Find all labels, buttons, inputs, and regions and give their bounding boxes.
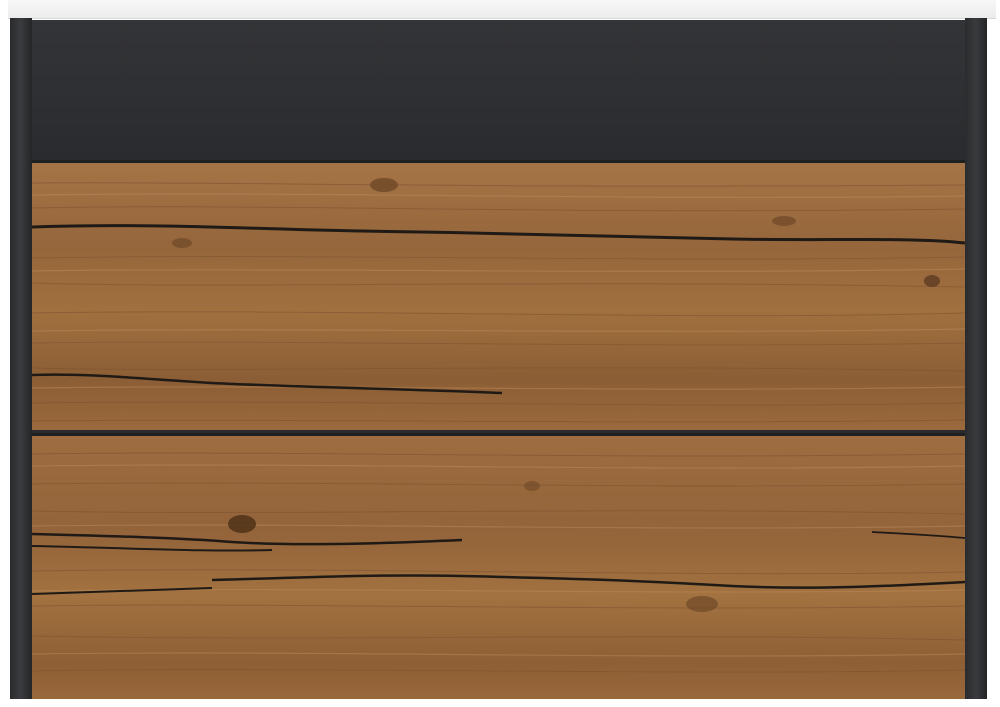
countertop-edge (8, 0, 996, 19)
right-frame-leg (965, 18, 987, 700)
upper-drawer-front[interactable] (32, 160, 965, 433)
top-black-panel (32, 20, 965, 161)
wood-grain-upper (32, 163, 965, 433)
lower-drawer-front[interactable] (32, 433, 965, 703)
left-frame-leg (10, 18, 32, 700)
wood-grain-lower (32, 436, 965, 703)
floor-gap (10, 699, 987, 707)
cabinet-scene (0, 0, 1000, 707)
